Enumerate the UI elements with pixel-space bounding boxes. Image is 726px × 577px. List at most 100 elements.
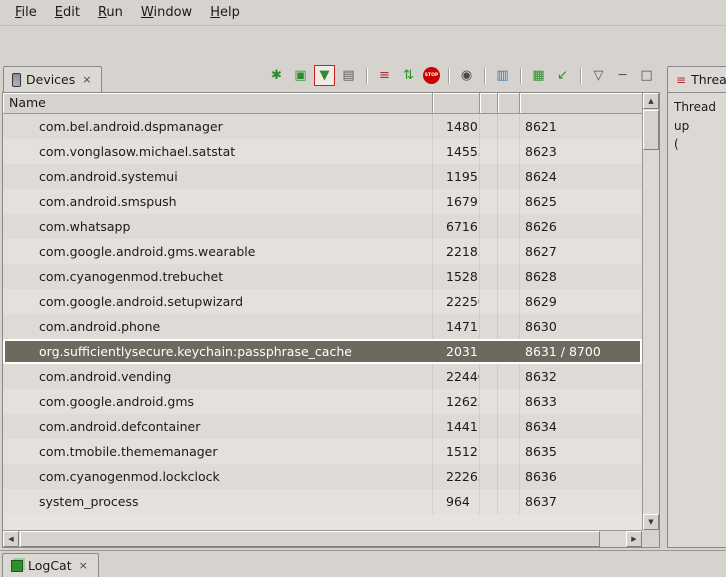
table-row[interactable]: com.bel.android.dspmanager 1480 8621 xyxy=(3,114,642,139)
table-row[interactable]: com.google.android.setupwizard 22250 862… xyxy=(3,289,642,314)
scroll-up-icon[interactable]: ▲ xyxy=(643,93,659,109)
threads-panel: ≡ Threads Thread up ( xyxy=(667,62,726,550)
column-header-a[interactable] xyxy=(480,93,498,114)
minimize-icon[interactable]: ─ xyxy=(613,66,632,85)
menu-bar: FileEditRunWindowHelp xyxy=(0,0,726,26)
table-row[interactable]: com.google.android.gms.wearable 22185 86… xyxy=(3,239,642,264)
process-col-a xyxy=(480,464,498,489)
process-col-b xyxy=(498,489,520,514)
table-header: Name xyxy=(3,93,642,114)
scrollbar-corner xyxy=(642,530,659,547)
scroll-left-icon[interactable]: ◀ xyxy=(3,531,19,547)
process-name: com.android.smspush xyxy=(3,189,433,214)
process-port: 8621 xyxy=(520,114,642,139)
table-row[interactable]: system_process 964 8637 xyxy=(3,489,642,514)
process-name: com.tmobile.thememanager xyxy=(3,439,433,464)
table-row[interactable]: com.cyanogenmod.lockclock 22265 8636 xyxy=(3,464,642,489)
process-port: 8624 xyxy=(520,164,642,189)
table-row[interactable]: com.android.systemui 1195 8624 xyxy=(3,164,642,189)
tab-threads-label: Threads xyxy=(691,72,726,87)
tab-logcat[interactable]: LogCat × xyxy=(2,553,99,577)
horizontal-scrollbar[interactable]: ◀ ▶ xyxy=(3,530,642,547)
scroll-right-icon[interactable]: ▶ xyxy=(626,531,642,547)
column-header-port[interactable] xyxy=(520,93,642,114)
debug-process-icon[interactable]: ✱ xyxy=(267,66,286,85)
bottom-tab-bar: LogCat × xyxy=(0,550,726,577)
vertical-scroll-thumb[interactable] xyxy=(643,110,659,150)
toolbar-separator xyxy=(580,68,581,84)
threads-message-line1: Thread up xyxy=(674,98,720,135)
threads-message: Thread up ( xyxy=(667,92,726,548)
stop-process-icon[interactable]: STOP xyxy=(423,67,440,84)
screen-capture-icon[interactable]: ◉ xyxy=(457,66,476,85)
process-name: com.google.android.setupwizard xyxy=(3,289,433,314)
menu-item-edit[interactable]: Edit xyxy=(46,2,89,23)
devices-panel: Devices × ✱ ▣ ▼ ▤ ≡ ⇅ STOP ◉ ▥ ▦ ↙ ▽ ─ □ Name com.bel… xyxy=(0,62,662,550)
process-col-b xyxy=(498,464,520,489)
scroll-down-icon[interactable]: ▼ xyxy=(643,514,659,530)
process-port: 8634 xyxy=(520,414,642,439)
process-port: 8626 xyxy=(520,214,642,239)
device-icon xyxy=(12,73,21,87)
update-threads-icon[interactable]: ≡ xyxy=(375,66,394,85)
process-col-b xyxy=(498,214,520,239)
table-row[interactable]: com.google.android.gms 12623 8633 xyxy=(3,389,642,414)
table-row[interactable]: com.android.vending 22440 8632 xyxy=(3,364,642,389)
table-row[interactable]: com.whatsapp 6716 8626 xyxy=(3,214,642,239)
main-area: Devices × ✱ ▣ ▼ ▤ ≡ ⇅ STOP ◉ ▥ ▦ ↙ ▽ ─ □ Name com.bel… xyxy=(0,62,726,550)
process-pid: 14553 xyxy=(433,139,480,164)
process-name: org.sufficientlysecure.keychain:passphra… xyxy=(3,339,433,364)
table-row[interactable]: com.cyanogenmod.trebuchet 1528 8628 xyxy=(3,264,642,289)
horizontal-scroll-thumb[interactable] xyxy=(20,531,600,547)
process-pid: 6716 xyxy=(433,214,480,239)
process-port: 8623 xyxy=(520,139,642,164)
process-port: 8629 xyxy=(520,289,642,314)
process-pid: 1528 xyxy=(433,264,480,289)
process-col-a xyxy=(480,239,498,264)
process-name: system_process xyxy=(3,489,433,514)
table-row[interactable]: com.tmobile.thememanager 1512 8635 xyxy=(3,439,642,464)
table-row[interactable]: com.vonglasow.michael.satstat 14553 8623 xyxy=(3,139,642,164)
start-method-profiling-icon[interactable]: ⇅ xyxy=(399,66,418,85)
process-col-a xyxy=(480,189,498,214)
process-table: Name com.bel.android.dspmanager 1480 862… xyxy=(2,92,660,548)
column-header-name[interactable]: Name xyxy=(3,93,433,114)
process-pid: 1195 xyxy=(433,164,480,189)
threads-message-line2: ( xyxy=(674,135,720,154)
close-icon[interactable]: × xyxy=(77,558,90,573)
process-col-b xyxy=(498,439,520,464)
threads-icon: ≡ xyxy=(676,73,686,87)
dump-hprof-icon[interactable]: ▼ xyxy=(315,66,334,85)
column-header-b[interactable] xyxy=(498,93,520,114)
process-col-b xyxy=(498,389,520,414)
process-col-b xyxy=(498,189,520,214)
view-hierarchy-icon[interactable]: ▦ xyxy=(529,66,548,85)
menu-item-file[interactable]: File xyxy=(6,2,46,23)
main-window: FileEditRunWindowHelp Devices × ✱ ▣ ▼ ▤ ≡ ⇅ ST… xyxy=(0,0,726,577)
process-col-b xyxy=(498,314,520,339)
table-row[interactable]: com.android.smspush 1679 8625 xyxy=(3,189,642,214)
column-header-pid[interactable] xyxy=(433,93,480,114)
table-row[interactable]: com.android.defcontainer 14411 8634 xyxy=(3,414,642,439)
table-row[interactable]: com.android.phone 1471 8630 xyxy=(3,314,642,339)
maximize-icon[interactable]: □ xyxy=(637,66,656,85)
cause-gc-icon[interactable]: ▤ xyxy=(339,66,358,85)
tab-devices[interactable]: Devices × xyxy=(3,66,102,92)
process-col-b xyxy=(498,114,520,139)
tab-threads[interactable]: ≡ Threads xyxy=(667,66,726,92)
process-name: com.cyanogenmod.trebuchet xyxy=(3,264,433,289)
menu-item-window[interactable]: Window xyxy=(132,2,201,23)
toolbar-separator xyxy=(484,68,485,84)
capture-video-icon[interactable]: ▥ xyxy=(493,66,512,85)
menu-item-run[interactable]: Run xyxy=(89,2,132,23)
view-menu-icon[interactable]: ▽ xyxy=(589,66,608,85)
vertical-scrollbar[interactable]: ▲ ▼ xyxy=(642,93,659,530)
update-heap-icon[interactable]: ▣ xyxy=(291,66,310,85)
process-port: 8625 xyxy=(520,189,642,214)
close-icon[interactable]: × xyxy=(80,72,93,87)
toolbar-separator xyxy=(366,68,367,84)
systrace-icon[interactable]: ↙ xyxy=(553,66,572,85)
table-row[interactable]: org.sufficientlysecure.keychain:passphra… xyxy=(3,339,642,364)
menu-item-help[interactable]: Help xyxy=(201,2,249,23)
process-pid: 14411 xyxy=(433,414,480,439)
